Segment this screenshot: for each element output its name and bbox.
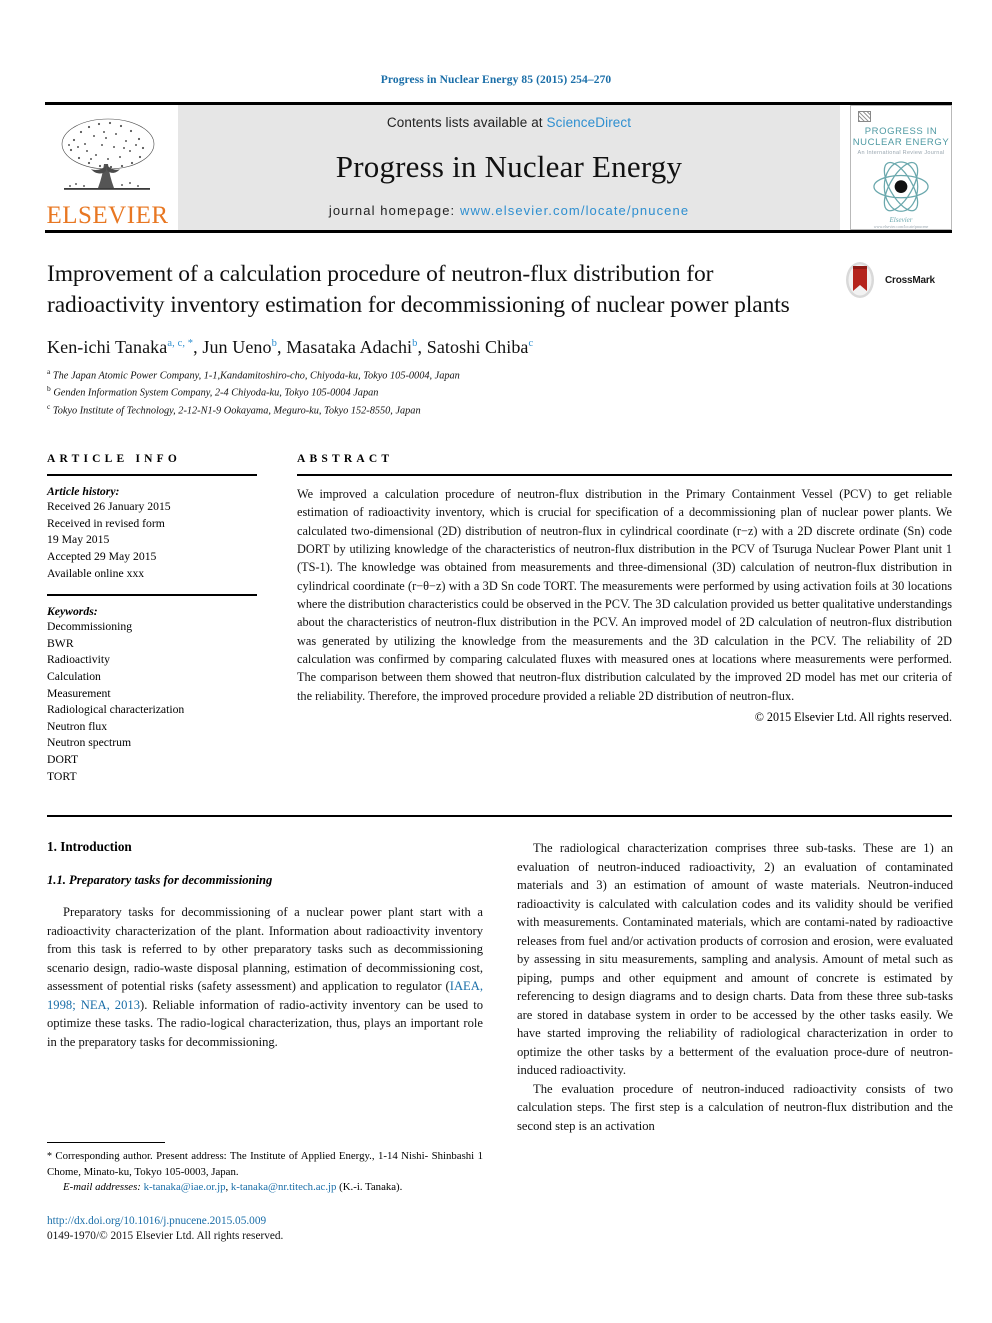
article-history-item: Received 26 January 2015 <box>47 500 171 514</box>
abstract-rule <box>297 474 952 477</box>
affiliation-text: Tokyo Institute of Technology, 2-12-N1-9… <box>52 405 421 417</box>
affiliation-text: Genden Information System Company, 2-4 C… <box>53 387 379 399</box>
keyword-item: Calculation <box>47 670 101 683</box>
paper-page: Progress in Nuclear Energy 85 (2015) 254… <box>0 0 992 1323</box>
author-marks: b <box>412 338 418 350</box>
paragraph: The radiological characterization compri… <box>517 841 953 1078</box>
keyword-item: Decommissioning <box>47 620 133 634</box>
running-head: Progress in Nuclear Energy 85 (2015) 254… <box>380 74 612 86</box>
section-heading: 1. Introduction <box>47 839 132 855</box>
contents-available-line: Contents lists available at ScienceDirec… <box>387 115 631 130</box>
author-name: Satoshi Chiba <box>426 337 529 358</box>
email-link-2[interactable]: k-tanaka@nr.titech.ac.jp <box>231 1181 337 1193</box>
cover-title-line2: NUCLEAR ENERGY <box>852 136 950 148</box>
body-right-column: The radiological characterization compri… <box>517 839 953 1135</box>
elsevier-wordmark: ELSEVIER <box>46 202 169 229</box>
masthead-center-panel: Contents lists available at ScienceDirec… <box>178 105 840 230</box>
journal-homepage-line: journal homepage: www.elsevier.com/locat… <box>329 203 689 218</box>
article-info-heading: ARTICLE INFO <box>47 453 182 466</box>
keyword-item: DORT <box>47 753 79 767</box>
elsevier-logo: ELSEVIER <box>45 105 170 230</box>
crossmark-label: CrossMark <box>885 274 935 286</box>
abstract-column: ABSTRACT We improved a calculation proce… <box>275 453 952 785</box>
doi-block: http://dx.doi.org/10.1016/j.pnucene.2015… <box>47 1214 483 1245</box>
author-list: Ken-ichi Tanakaa, c, *, Jun Uenob, Masat… <box>47 337 534 358</box>
masthead-bottom-rule <box>45 230 952 233</box>
keyword-item: Radioactivity <box>47 653 110 667</box>
homepage-prefix: journal homepage: <box>328 203 460 218</box>
article-history-item: Received in revised form <box>47 516 165 530</box>
sciencedirect-link[interactable]: ScienceDirect <box>547 115 632 130</box>
article-title: Improvement of a calculation procedure o… <box>47 261 790 318</box>
email-suffix: (K.-i. Tanaka). <box>336 1181 403 1194</box>
keyword-item: BWR <box>47 636 74 650</box>
title-block: Improvement of a calculation procedure o… <box>47 259 952 419</box>
journal-cover-thumbnail[interactable]: PROGRESS IN NUCLEAR ENERGY An Internatio… <box>850 105 952 230</box>
email-label: E-mail addresses: <box>63 1181 141 1194</box>
body-top-rule <box>47 815 952 818</box>
affiliation-item: c Tokyo Institute of Technology, 2-12-N1… <box>47 402 952 419</box>
keyword-item: Radiological characterization <box>47 703 185 717</box>
author-name: Masataka Adachi <box>286 337 413 358</box>
author-marks: c <box>528 338 534 350</box>
body-left-column: 1. Introduction 1.1. Preparatory tasks f… <box>47 839 483 1135</box>
abstract-copyright: © 2015 Elsevier Ltd. All rights reserved… <box>754 709 952 724</box>
article-info-column: ARTICLE INFO Article history: Received 2… <box>47 453 275 785</box>
keyword-item: Neutron flux <box>47 719 108 733</box>
subsection-heading: 1.1. Preparatory tasks for decommissioni… <box>47 873 273 888</box>
cover-publisher-url: www.elsevier.com/locate/pnucene <box>873 224 929 229</box>
affiliation-mark: a <box>47 367 51 377</box>
info-abstract-region: ARTICLE INFO Article history: Received 2… <box>47 453 952 785</box>
keywords-rule <box>47 594 257 597</box>
affiliation-item: a The Japan Atomic Power Company, 1-1,Ka… <box>47 367 952 384</box>
affiliation-text: The Japan Atomic Power Company, 1-1,Kand… <box>52 370 460 382</box>
cover-subtitle: An International Review Journal <box>857 149 945 156</box>
keywords-label: Keywords: <box>47 605 98 619</box>
article-history-item: Accepted 29 May 2015 <box>47 549 157 563</box>
issn-copyright: 0149-1970/© 2015 Elsevier Ltd. All right… <box>47 1229 284 1242</box>
keyword-item: Measurement <box>47 686 111 700</box>
abstract-text: We improved a calculation procedure of n… <box>297 487 952 703</box>
article-history-item: Available online xxx <box>47 566 145 580</box>
author-marks: a, c, * <box>167 338 194 350</box>
crossmark-icon <box>846 262 874 298</box>
affiliation-mark: c <box>47 401 51 411</box>
footnote-rule <box>47 1142 165 1143</box>
doi-link[interactable]: http://dx.doi.org/10.1016/j.pnucene.2015… <box>47 1214 483 1229</box>
article-history-item: 19 May 2015 <box>47 533 110 547</box>
affiliation-mark: b <box>47 384 51 394</box>
corresponding-author-text: Corresponding author. Present address: T… <box>47 1150 483 1178</box>
contents-prefix: Contents lists available at <box>386 115 547 130</box>
author-name: Ken-ichi Tanaka <box>47 337 168 358</box>
affiliation-item: b Genden Information System Company, 2-4… <box>47 384 952 401</box>
elsevier-tree-icon <box>61 118 154 190</box>
article-history-label: Article history: <box>47 485 120 499</box>
article-info-rule <box>47 474 257 477</box>
author-name: Jun Ueno <box>202 337 272 358</box>
footnote-block: * Corresponding author. Present address:… <box>47 1142 483 1244</box>
affiliation-list: a The Japan Atomic Power Company, 1-1,Ka… <box>47 367 952 419</box>
body-columns: 1. Introduction 1.1. Preparatory tasks f… <box>47 839 953 1135</box>
keyword-item: TORT <box>47 769 77 783</box>
abstract-heading: ABSTRACT <box>297 453 394 466</box>
journal-name: Progress in Nuclear Energy <box>335 149 683 184</box>
email-note: E-mail addresses: k-tanaka@iae.or.jp, k-… <box>47 1180 483 1196</box>
journal-homepage-link[interactable]: www.elsevier.com/locate/pnucene <box>460 203 689 218</box>
cover-title-line1: PROGRESS IN <box>864 125 938 137</box>
paragraph: The evaluation procedure of neutron-indu… <box>517 1081 953 1133</box>
crossmark-badge[interactable]: CrossMark <box>840 259 952 301</box>
email-link-1[interactable]: k-tanaka@iae.or.jp <box>144 1181 226 1193</box>
paragraph: Preparatory tasks for decommissioning of… <box>47 903 483 1051</box>
author-marks: b <box>271 338 277 350</box>
paragraph-part: Preparatory tasks for decommissioning of… <box>47 905 483 994</box>
corresponding-author-note: * Corresponding author. Present address:… <box>47 1149 483 1180</box>
cover-badge-icon <box>858 111 871 122</box>
atom-icon <box>873 161 929 212</box>
keyword-item: Neutron spectrum <box>47 736 132 750</box>
cover-publisher: Elsevier <box>889 216 913 224</box>
journal-masthead: ELSEVIER Contents lists available at Sci… <box>45 102 952 230</box>
